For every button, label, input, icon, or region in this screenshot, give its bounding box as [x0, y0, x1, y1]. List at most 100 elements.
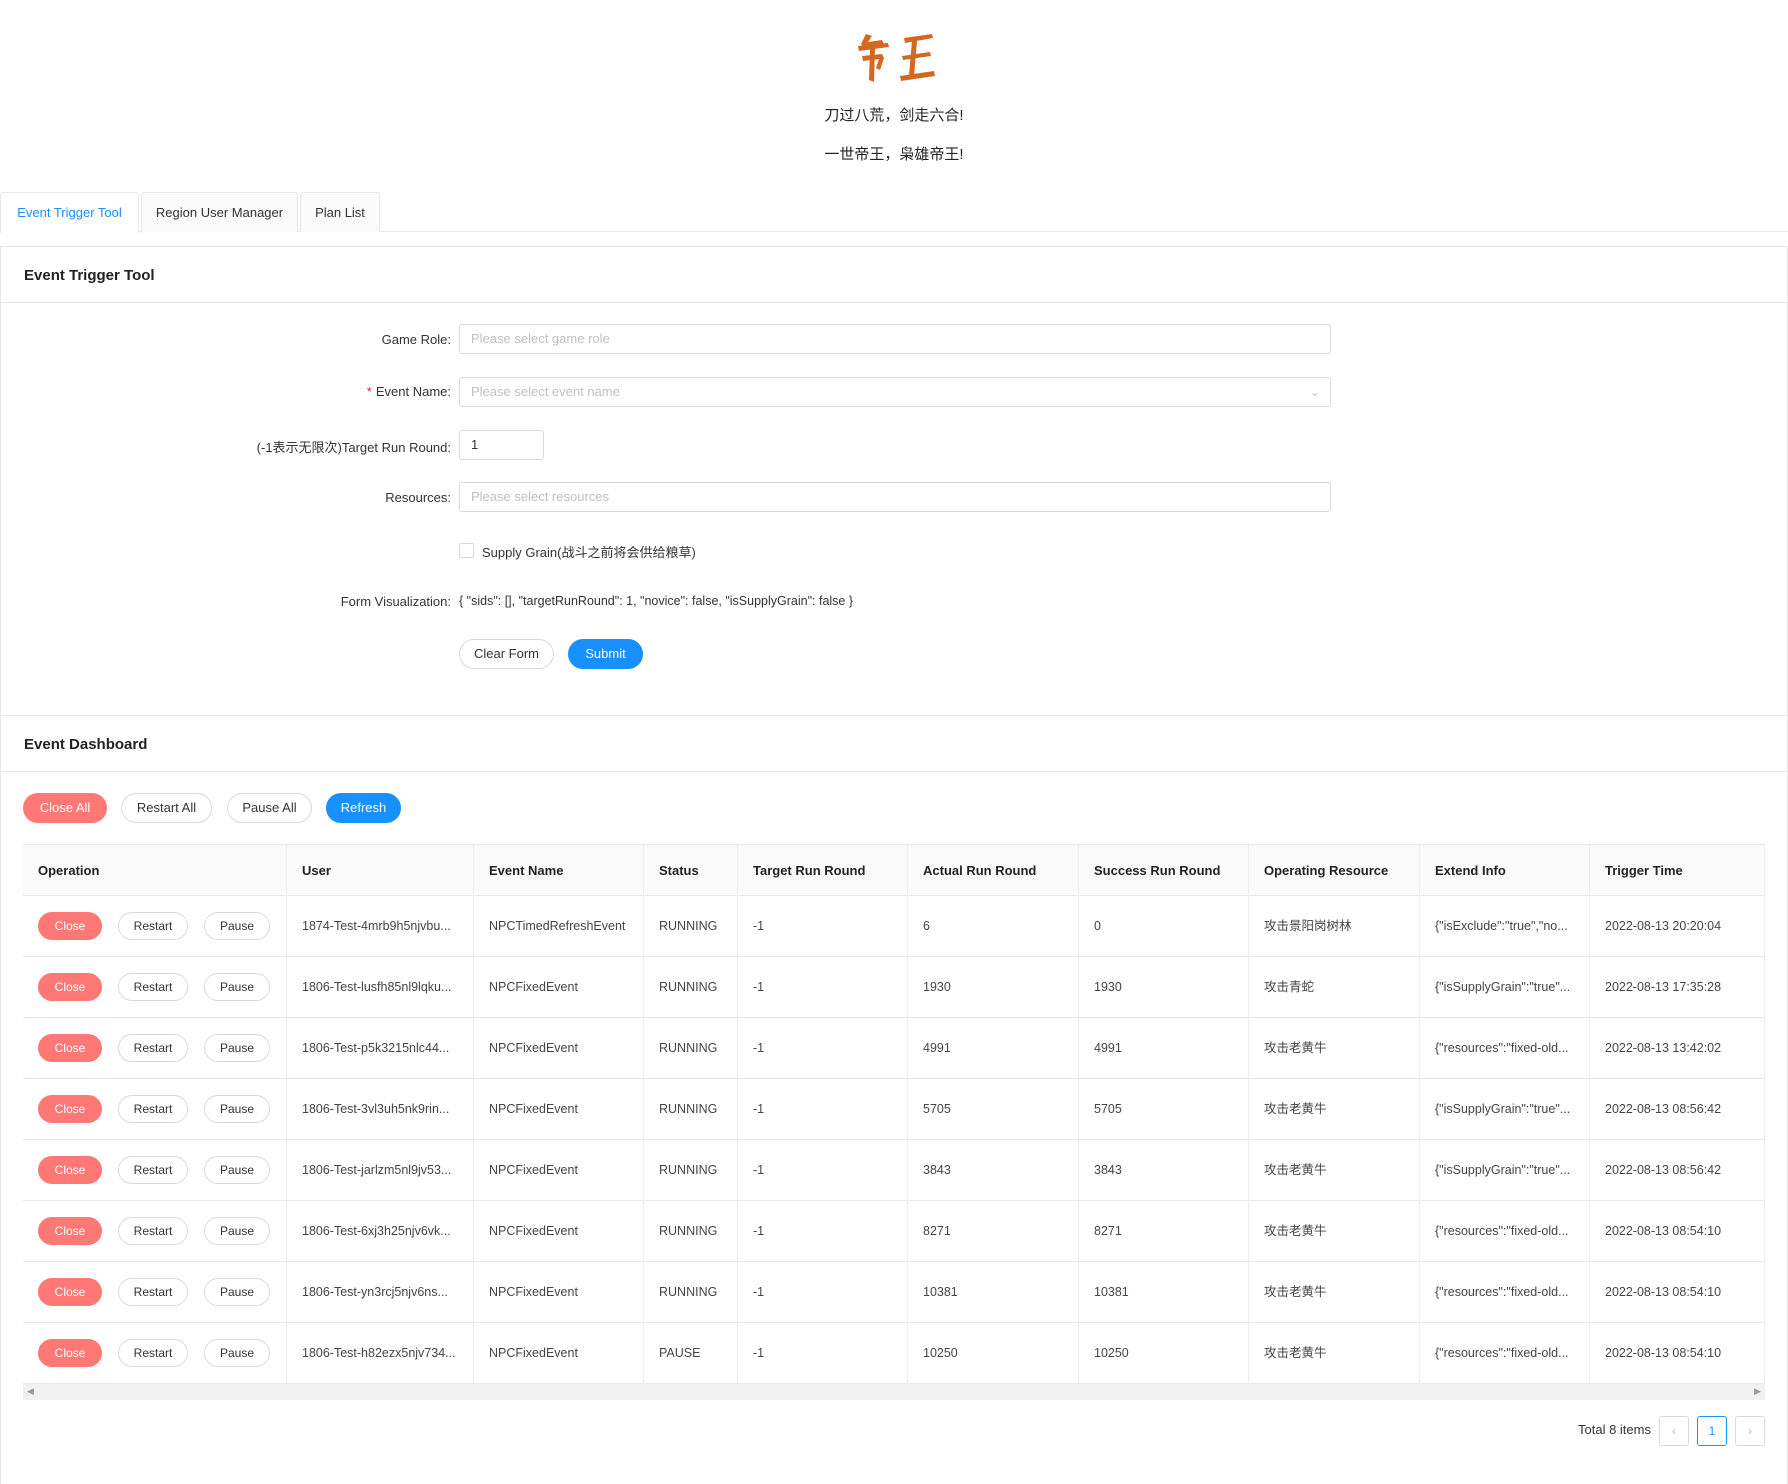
row-pause-button[interactable]: Pause [204, 1217, 270, 1245]
column-header: Success Run Round [1079, 845, 1249, 897]
cell-status: RUNNING [644, 1140, 738, 1201]
row-close-button[interactable]: Close [38, 1095, 102, 1123]
row-restart-button[interactable]: Restart [118, 912, 188, 940]
prev-page-button[interactable]: ‹ [1659, 1416, 1689, 1446]
tab-plan-list[interactable]: Plan List [300, 192, 380, 232]
close-all-button[interactable]: Close All [23, 793, 107, 823]
restart-all-button[interactable]: Restart All [121, 793, 212, 823]
cell-success: 1930 [1079, 957, 1249, 1018]
cell-status: RUNNING [644, 896, 738, 957]
cell-target: -1 [738, 1201, 908, 1262]
row-close-button[interactable]: Close [38, 912, 102, 940]
cell-success: 5705 [1079, 1079, 1249, 1140]
table-row: Close Restart Pause 1806-Test-jarlzm5nl9jv5… [23, 1140, 1765, 1201]
cell-extend: {"isSupplyGrain":"true"... [1420, 1140, 1590, 1201]
cell-actual: 3843 [908, 1140, 1079, 1201]
scroll-left-icon[interactable]: ◀ [27, 1386, 34, 1397]
row-restart-button[interactable]: Restart [118, 973, 188, 1001]
cell-time: 2022-08-13 13:42:02 [1590, 1018, 1765, 1079]
cell-resource: 攻击青蛇 [1249, 957, 1420, 1018]
row-pause-button[interactable]: Pause [204, 1278, 270, 1306]
column-header: User [287, 845, 474, 897]
row-restart-button[interactable]: Restart [118, 1034, 188, 1062]
cell-event: NPCFixedEvent [474, 1323, 644, 1384]
submit-button[interactable]: Submit [568, 639, 643, 669]
game-role-select[interactable]: Please select game role [459, 324, 1331, 354]
pause-all-button[interactable]: Pause All [227, 793, 312, 823]
cell-user: 1806-Test-lusfh85nl9lqku... [287, 957, 474, 1018]
cell-status: RUNNING [644, 1201, 738, 1262]
cell-event: NPCFixedEvent [474, 1140, 644, 1201]
scroll-right-icon[interactable]: ▶ [1754, 1386, 1761, 1397]
row-close-button[interactable]: Close [38, 1217, 102, 1245]
cell-event: NPCFixedEvent [474, 957, 644, 1018]
cell-status: RUNNING [644, 957, 738, 1018]
cell-extend: {"isSupplyGrain":"true"... [1420, 1079, 1590, 1140]
cell-extend: {"resources":"fixed-old... [1420, 1323, 1590, 1384]
cell-status: RUNNING [644, 1262, 738, 1323]
cell-time: 2022-08-13 08:54:10 [1590, 1323, 1765, 1384]
cell-target: -1 [738, 1140, 908, 1201]
operation-cell: Close Restart Pause [23, 896, 287, 957]
operation-cell: Close Restart Pause [23, 957, 287, 1018]
table-row: Close Restart Pause 1806-Test-3vl3uh5nk9rin… [23, 1079, 1765, 1140]
required-mark: * [366, 384, 372, 399]
row-close-button[interactable]: Close [38, 1339, 102, 1367]
next-page-button[interactable]: › [1735, 1416, 1765, 1446]
column-header: Operation [23, 845, 287, 897]
cell-time: 2022-08-13 20:20:04 [1590, 896, 1765, 957]
cell-actual: 10381 [908, 1262, 1079, 1323]
tab-bar: Event Trigger Tool Region User Manager P… [0, 192, 1788, 233]
resources-select[interactable]: Please select resources [459, 482, 1331, 512]
cell-resource: 攻击老黄牛 [1249, 1140, 1420, 1201]
cell-resource: 攻击老黄牛 [1249, 1018, 1420, 1079]
row-pause-button[interactable]: Pause [204, 1339, 270, 1367]
game-role-label: Game Role: [381, 332, 451, 347]
row-restart-button[interactable]: Restart [118, 1339, 188, 1367]
row-pause-button[interactable]: Pause [204, 1156, 270, 1184]
row-close-button[interactable]: Close [38, 1278, 102, 1306]
row-restart-button[interactable]: Restart [118, 1217, 188, 1245]
tab-event-trigger-tool[interactable]: Event Trigger Tool [0, 192, 139, 233]
event-name-select[interactable]: Please select event name ⌄ [459, 377, 1331, 407]
horizontal-scrollbar[interactable]: ◀ ▶ [23, 1384, 1765, 1400]
cell-user: 1806-Test-yn3rcj5njv6ns... [287, 1262, 474, 1323]
table-row: Close Restart Pause 1806-Test-h82ezx5njv734… [23, 1323, 1765, 1384]
row-pause-button[interactable]: Pause [204, 973, 270, 1001]
table-header: Operation User Event Name Status Target Run … [23, 844, 1765, 897]
row-restart-button[interactable]: Restart [118, 1278, 188, 1306]
cell-event: NPCFixedEvent [474, 1079, 644, 1140]
row-close-button[interactable]: Close [38, 1156, 102, 1184]
row-close-button[interactable]: Close [38, 1034, 102, 1062]
clear-form-button[interactable]: Clear Form [459, 639, 554, 669]
form-visualization-label: Form Visualization: [340, 594, 451, 609]
cell-actual: 5705 [908, 1079, 1079, 1140]
tab-region-user-manager[interactable]: Region User Manager [141, 192, 298, 232]
cell-time: 2022-08-13 17:35:28 [1590, 957, 1765, 1018]
table-row: Close Restart Pause 1806-Test-6xj3h25njv6vk… [23, 1201, 1765, 1262]
cell-actual: 1930 [908, 957, 1079, 1018]
row-pause-button[interactable]: Pause [204, 912, 270, 940]
chevron-left-icon: ‹ [1672, 1424, 1676, 1438]
row-close-button[interactable]: Close [38, 973, 102, 1001]
row-pause-button[interactable]: Pause [204, 1095, 270, 1123]
cell-extend: {"isSupplyGrain":"true"... [1420, 957, 1590, 1018]
refresh-button[interactable]: Refresh [326, 793, 401, 823]
cell-resource: 攻击景阳岗树林 [1249, 896, 1420, 957]
supply-grain-label: Supply Grain(战斗之前将会供给粮草) [482, 545, 696, 560]
row-restart-button[interactable]: Restart [118, 1156, 188, 1184]
cell-user: 1874-Test-4mrb9h5njvbu... [287, 896, 474, 957]
cell-actual: 6 [908, 896, 1079, 957]
page-1-button[interactable]: 1 [1697, 1416, 1727, 1446]
row-restart-button[interactable]: Restart [118, 1095, 188, 1123]
row-pause-button[interactable]: Pause [204, 1034, 270, 1062]
target-run-round-input[interactable]: 1 [459, 430, 544, 460]
cell-event: NPCFixedEvent [474, 1201, 644, 1262]
cell-time: 2022-08-13 08:56:42 [1590, 1079, 1765, 1140]
supply-grain-checkbox[interactable] [459, 543, 474, 558]
operation-cell: Close Restart Pause [23, 1323, 287, 1384]
cell-actual: 4991 [908, 1018, 1079, 1079]
column-header: Extend Info [1420, 845, 1590, 897]
cell-time: 2022-08-13 08:54:10 [1590, 1201, 1765, 1262]
event-table: Operation User Event Name Status Target Run … [23, 844, 1765, 1402]
